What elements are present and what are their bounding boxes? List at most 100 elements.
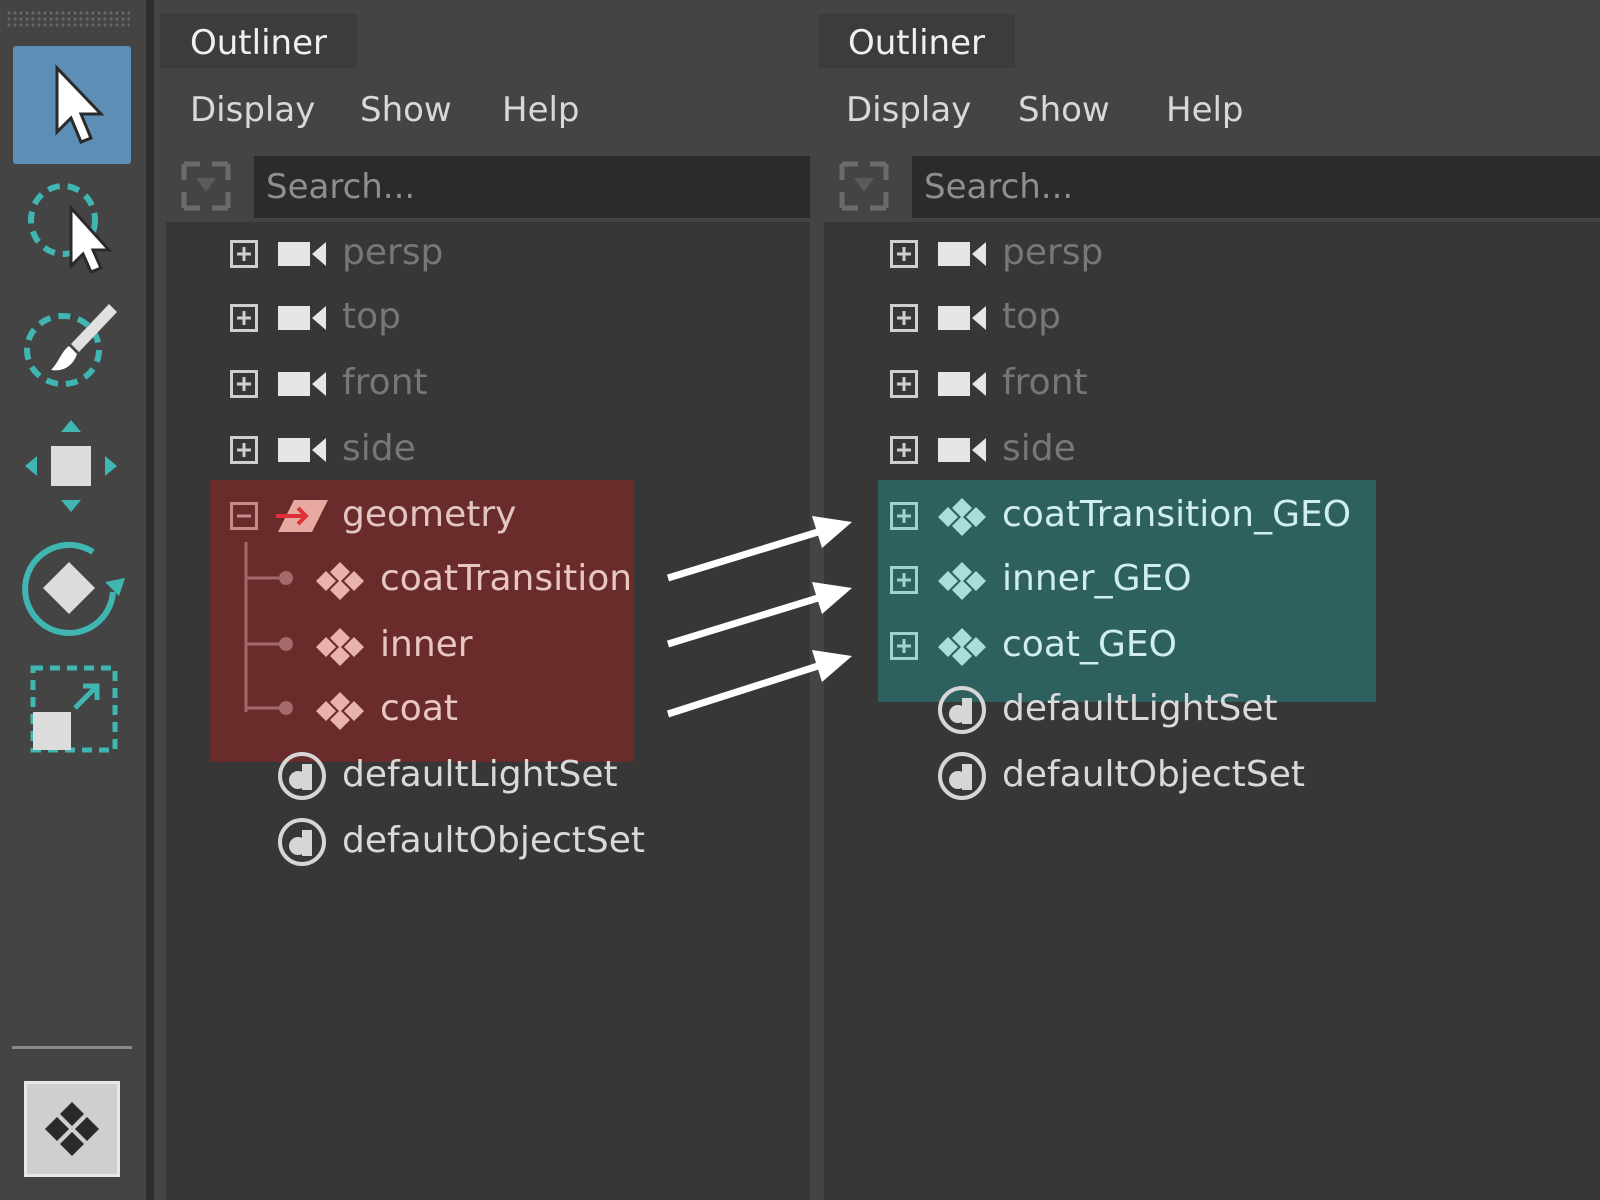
- camera-icon: [938, 306, 986, 330]
- menu-help[interactable]: Help: [1166, 80, 1244, 140]
- rotate-tool-button[interactable]: [13, 530, 131, 648]
- tree-row-front[interactable]: front: [166, 352, 810, 414]
- tree-row-side[interactable]: side: [166, 418, 810, 480]
- right-outliner-menubar: Display Show Help: [810, 70, 1600, 154]
- right-outliner-tree: persp top front side coatTransition_GEO …: [824, 222, 1600, 1200]
- search-input[interactable]: Search...: [254, 156, 810, 218]
- left-outliner-menubar: Display Show Help: [154, 70, 810, 154]
- expand-plus-icon[interactable]: [890, 436, 918, 464]
- tree-label: geometry: [342, 494, 517, 535]
- expand-plus-icon[interactable]: [890, 240, 918, 268]
- tree-label: inner: [380, 624, 473, 665]
- tree-label: coat: [380, 688, 458, 729]
- tree-label: persp: [342, 232, 444, 273]
- filter-icon[interactable]: [836, 156, 892, 216]
- toolbox-edge: [146, 0, 154, 1200]
- expand-plus-icon[interactable]: [890, 370, 918, 398]
- camera-icon: [278, 306, 326, 330]
- toolbox: [0, 0, 146, 1200]
- paint-select-tool-button[interactable]: [13, 290, 131, 408]
- rotate-icon: [22, 541, 125, 636]
- left-outliner-panel: Outliner Display Show Help Search... per…: [154, 0, 810, 1200]
- mesh-display-button[interactable]: [24, 1081, 120, 1177]
- tree-row-persp[interactable]: persp: [166, 222, 810, 284]
- set-icon: [938, 752, 986, 800]
- tree-row-top[interactable]: top: [824, 286, 1600, 348]
- tree-row-coatTransition-geo[interactable]: coatTransition_GEO: [824, 484, 1600, 546]
- mesh-icon: [938, 562, 986, 600]
- menu-show[interactable]: Show: [360, 80, 452, 140]
- tree-label: defaultObjectSet: [342, 820, 646, 861]
- camera-icon: [278, 438, 326, 462]
- tree-label: front: [1002, 362, 1088, 403]
- expand-plus-icon[interactable]: [230, 240, 258, 268]
- expand-plus-icon[interactable]: [230, 370, 258, 398]
- menu-show[interactable]: Show: [1018, 80, 1110, 140]
- tree-row-inner[interactable]: inner: [166, 614, 810, 676]
- camera-icon: [278, 372, 326, 396]
- tree-row-coat[interactable]: coat: [166, 678, 810, 740]
- left-outliner-tab[interactable]: Outliner: [160, 14, 357, 68]
- set-icon: [938, 686, 986, 734]
- expand-plus-icon[interactable]: [230, 436, 258, 464]
- tree-row-persp[interactable]: persp: [824, 222, 1600, 284]
- tree-row-defaultLightSet[interactable]: defaultLightSet: [824, 678, 1600, 740]
- scale-tool-button[interactable]: [13, 652, 131, 770]
- move-tool-button[interactable]: [13, 410, 131, 528]
- tree-row-defaultLightSet[interactable]: defaultLightSet: [166, 744, 810, 806]
- set-icon: [278, 818, 326, 866]
- camera-icon: [278, 242, 326, 266]
- expand-plus-icon[interactable]: [890, 632, 918, 660]
- move-arrows-icon: [25, 420, 117, 512]
- tree-label: coatTransition: [380, 558, 633, 599]
- tree-row-geometry[interactable]: geometry: [166, 484, 810, 546]
- right-outliner-tab[interactable]: Outliner: [818, 14, 1015, 68]
- mesh-icon: [938, 628, 986, 666]
- tree-label: coatTransition_GEO: [1002, 494, 1352, 535]
- expand-plus-icon[interactable]: [890, 502, 918, 530]
- tree-label: top: [1002, 296, 1061, 337]
- camera-icon: [938, 372, 986, 396]
- tree-label: coat_GEO: [1002, 624, 1177, 665]
- collapse-minus-icon[interactable]: [230, 502, 258, 530]
- tree-label: defaultLightSet: [342, 754, 618, 795]
- tree-row-defaultObjectSet[interactable]: defaultObjectSet: [166, 810, 810, 872]
- expand-plus-icon[interactable]: [890, 566, 918, 594]
- lasso-tool-button[interactable]: [13, 168, 131, 286]
- set-icon: [278, 752, 326, 800]
- tree-label: persp: [1002, 232, 1104, 273]
- tree-label: top: [342, 296, 401, 337]
- group-transform-icon: [276, 500, 328, 532]
- tree-label: inner_GEO: [1002, 558, 1192, 599]
- tree-label: defaultLightSet: [1002, 688, 1278, 729]
- mesh-icon: [938, 498, 986, 536]
- camera-icon: [938, 438, 986, 462]
- menu-display[interactable]: Display: [846, 80, 971, 140]
- tree-row-front[interactable]: front: [824, 352, 1600, 414]
- search-input[interactable]: Search...: [912, 156, 1600, 218]
- tree-row-inner-geo[interactable]: inner_GEO: [824, 548, 1600, 610]
- expand-plus-icon[interactable]: [890, 304, 918, 332]
- tree-label: defaultObjectSet: [1002, 754, 1306, 795]
- filter-icon[interactable]: [178, 156, 234, 216]
- tree-label: side: [342, 428, 416, 469]
- tree-row-top[interactable]: top: [166, 286, 810, 348]
- paint-brush-select-icon: [24, 304, 117, 387]
- toolbox-grip[interactable]: [6, 10, 130, 28]
- select-tool-button[interactable]: [13, 46, 131, 164]
- mesh-display-icon: [45, 1102, 99, 1156]
- camera-icon: [938, 242, 986, 266]
- menu-display[interactable]: Display: [190, 80, 315, 140]
- right-outliner-panel: Outliner Display Show Help Search... per…: [810, 0, 1600, 1200]
- mesh-icon: [316, 692, 364, 730]
- menu-help[interactable]: Help: [502, 80, 580, 140]
- lasso-select-icon: [28, 183, 113, 274]
- tree-row-defaultObjectSet[interactable]: defaultObjectSet: [824, 744, 1600, 806]
- tree-row-coat-geo[interactable]: coat_GEO: [824, 614, 1600, 676]
- tree-row-side[interactable]: side: [824, 418, 1600, 480]
- tree-row-coatTransition[interactable]: coatTransition: [166, 548, 810, 610]
- toolbox-separator: [12, 1046, 132, 1049]
- left-outliner-tree: persp top front side geometry coatTransi…: [166, 222, 810, 1200]
- tree-label: side: [1002, 428, 1076, 469]
- expand-plus-icon[interactable]: [230, 304, 258, 332]
